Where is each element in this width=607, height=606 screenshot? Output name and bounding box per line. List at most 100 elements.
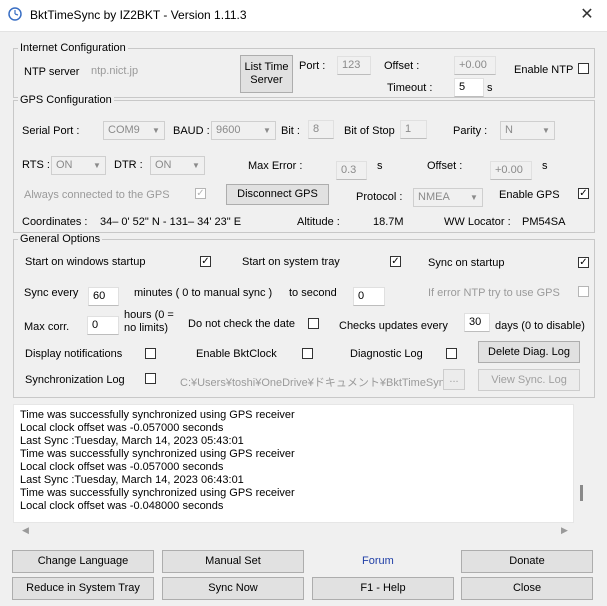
chevron-down-icon: ▼ <box>263 126 271 135</box>
log-line: Last Sync :Tuesday, March 14, 2023 06:43… <box>20 474 244 486</box>
chevron-down-icon: ▼ <box>93 161 101 170</box>
checks-updates-label: Checks updates every <box>339 320 448 332</box>
sync-log-panel[interactable]: Time was successfully synchronized using… <box>13 404 574 523</box>
ntp-server-value[interactable]: ntp.nict.jp <box>91 65 138 77</box>
sync-every-input[interactable]: 60 <box>88 287 119 306</box>
serial-port-label: Serial Port : <box>22 125 80 137</box>
sync-now-button[interactable]: Sync Now <box>162 577 304 600</box>
browse-log-button[interactable]: ... <box>443 369 465 390</box>
start-tray-label: Start on system tray <box>242 256 340 268</box>
baud-value: 9600 <box>216 124 241 136</box>
sync-log-path[interactable]: C:¥Users¥toshi¥OneDrive¥ドキュメント¥BktTimeSy… <box>180 374 457 390</box>
close-button[interactable]: Close <box>461 577 593 600</box>
max-corr-input[interactable]: 0 <box>87 316 119 335</box>
dtr-select[interactable]: ON ▼ <box>150 156 205 175</box>
sync-log-checkbox[interactable] <box>145 373 156 384</box>
internet-config-legend: Internet Configuration <box>18 42 128 54</box>
serial-port-select[interactable]: COM9 ▼ <box>103 121 165 140</box>
rts-label: RTS : <box>22 159 50 171</box>
log-line: Last Sync :Tuesday, March 14, 2023 05:43… <box>20 435 244 447</box>
display-notifications-checkbox[interactable] <box>145 348 156 359</box>
bit-input[interactable]: 8 <box>308 120 334 139</box>
protocol-label: Protocol : <box>356 191 403 203</box>
title-bar[interactable]: BktTimeSync by IZ2BKT - Version 1.11.3 ✕ <box>0 0 607 32</box>
enable-gps-label: Enable GPS <box>499 189 560 201</box>
forum-link[interactable]: Forum <box>362 555 394 567</box>
log-line: Time was successfully synchronized using… <box>20 487 295 499</box>
to-second-input[interactable]: 0 <box>353 287 385 306</box>
protocol-value: NMEA <box>418 191 450 203</box>
scroll-left-icon[interactable]: ◀ <box>22 525 29 536</box>
close-window-icon[interactable]: ✕ <box>577 6 597 24</box>
help-button[interactable]: F1 - Help <box>312 577 454 600</box>
hours-label-1: hours (0 = <box>124 309 174 321</box>
always-connected-checkbox[interactable]: ✓ <box>195 188 206 199</box>
parity-select[interactable]: N ▼ <box>500 121 555 140</box>
enable-gps-checkbox[interactable]: ✓ <box>578 188 589 199</box>
coordinates-label: Coordinates : <box>22 216 88 228</box>
change-language-button[interactable]: Change Language <box>12 550 154 573</box>
bit-of-stop-input[interactable]: 1 <box>400 120 427 139</box>
log-line: Time was successfully synchronized using… <box>20 448 295 460</box>
max-error-input[interactable]: 0.3 <box>336 161 367 180</box>
donate-button[interactable]: Donate <box>461 550 593 573</box>
dtr-label: DTR : <box>114 159 143 171</box>
minutes-label: minutes ( 0 to manual sync ) <box>134 287 273 299</box>
timeout-label: Timeout : <box>387 82 433 94</box>
protocol-select[interactable]: NMEA ▼ <box>413 188 483 207</box>
rts-value: ON <box>56 159 73 171</box>
start-tray-checkbox[interactable]: ✓ <box>390 256 401 267</box>
list-time-server-button[interactable]: List Time Server <box>240 55 293 93</box>
disconnect-gps-button[interactable]: Disconnect GPS <box>226 184 329 205</box>
bit-label: Bit : <box>281 125 300 137</box>
sync-every-label: Sync every <box>24 287 79 299</box>
always-connected-label: Always connected to the GPS <box>24 189 170 201</box>
altitude-label: Altitude : <box>297 216 340 228</box>
vertical-scrollbar-thumb[interactable] <box>580 485 583 501</box>
timeout-unit: s <box>487 82 493 94</box>
ww-locator-value: PM54SA <box>522 216 566 228</box>
chevron-down-icon: ▼ <box>192 161 200 170</box>
enable-bktclock-checkbox[interactable] <box>302 348 313 359</box>
ww-locator-label: WW Locator : <box>444 216 511 228</box>
checks-updates-input[interactable]: 30 <box>464 313 490 332</box>
altitude-value: 18.7M <box>373 216 404 228</box>
start-windows-checkbox[interactable]: ✓ <box>200 256 211 267</box>
to-second-label: to second <box>289 287 337 299</box>
enable-ntp-checkbox[interactable] <box>578 63 589 74</box>
if-error-ntp-checkbox[interactable] <box>578 286 589 297</box>
diagnostic-log-label: Diagnostic Log <box>350 348 423 360</box>
bit-of-stop-label: Bit of Stop <box>344 125 395 137</box>
no-check-date-checkbox[interactable] <box>308 318 319 329</box>
sync-log-label: Synchronization Log <box>25 374 125 386</box>
parity-label: Parity : <box>453 125 488 137</box>
parity-value: N <box>505 124 513 136</box>
gps-offset-unit: s <box>542 160 548 172</box>
if-error-ntp-label: If error NTP try to use GPS <box>428 287 560 299</box>
port-input[interactable]: 123 <box>337 56 371 75</box>
port-label: Port : <box>299 60 326 72</box>
no-check-date-label: Do not check the date <box>188 318 296 330</box>
hours-label-2: no limits) <box>124 322 169 334</box>
baud-label: BAUD : <box>173 125 210 137</box>
general-options-legend: General Options <box>18 233 103 245</box>
reduce-tray-button[interactable]: Reduce in System Tray <box>12 577 154 600</box>
log-line: Local clock offset was -0.048000 seconds <box>20 500 224 512</box>
gps-offset-input[interactable]: +0.00 <box>490 161 532 180</box>
delete-diag-log-button[interactable]: Delete Diag. Log <box>478 341 580 363</box>
diagnostic-log-checkbox[interactable] <box>446 348 457 359</box>
manual-set-button[interactable]: Manual Set <box>162 550 304 573</box>
rts-select[interactable]: ON ▼ <box>51 156 106 175</box>
internet-offset-input[interactable]: +0.00 <box>454 56 496 75</box>
sync-startup-checkbox[interactable]: ✓ <box>578 257 589 268</box>
scroll-right-icon[interactable]: ▶ <box>561 525 568 536</box>
coordinates-value: 34– 0' 52" N - 131– 34' 23" E <box>100 216 242 228</box>
chevron-down-icon: ▼ <box>470 193 478 202</box>
enable-bktclock-label: Enable BktClock <box>196 348 277 360</box>
timeout-input[interactable]: 5 <box>454 78 484 97</box>
view-sync-log-button[interactable]: View Sync. Log <box>478 369 580 391</box>
baud-select[interactable]: 9600 ▼ <box>211 121 276 140</box>
start-windows-label: Start on windows startup <box>25 256 146 268</box>
sync-startup-label: Sync on startup <box>428 257 505 269</box>
log-line: Time was successfully synchronized using… <box>20 409 295 421</box>
